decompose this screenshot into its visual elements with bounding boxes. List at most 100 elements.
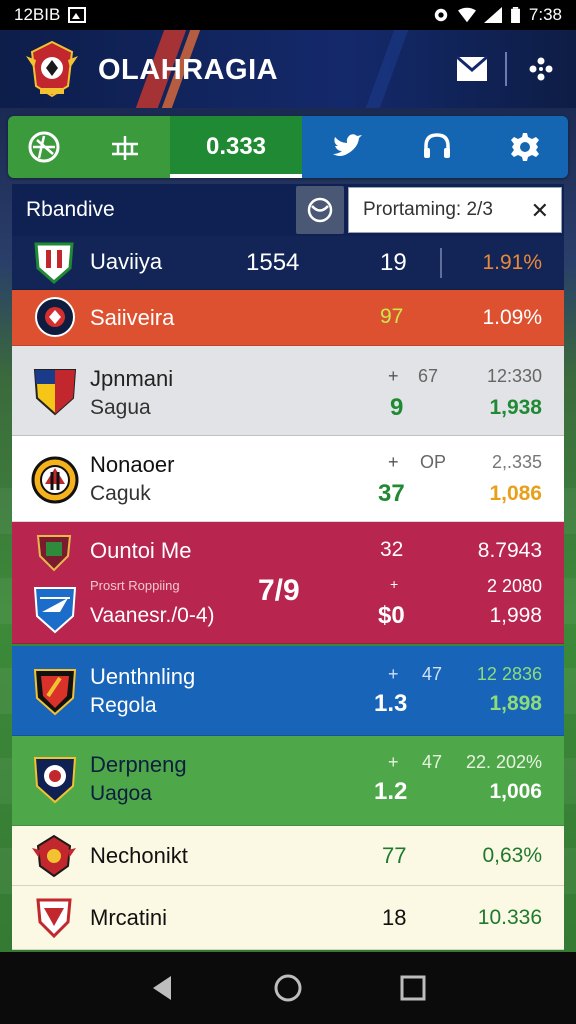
team-percent: 1.91% (482, 251, 542, 274)
back-icon[interactable] (145, 970, 181, 1006)
filter-button[interactable] (296, 186, 344, 234)
team-played: 47 (422, 752, 443, 772)
team-score: 32 (380, 538, 404, 561)
tab-score-label: 0.333 (205, 133, 267, 160)
tab-ball[interactable] (8, 116, 80, 178)
club-crest-icon[interactable] (22, 38, 82, 100)
system-nav-bar (0, 952, 576, 1024)
team-stat: 2,.335 (491, 452, 542, 472)
table-row[interactable]: Saiiveira 97 1.09% (12, 290, 564, 346)
team-crest-icon (36, 898, 72, 939)
pitch-icon (112, 136, 138, 160)
table-row[interactable]: Uenthnling Regola + 47 12 2836 1.3 1,898 (12, 646, 564, 736)
team-crest-icon (36, 535, 72, 572)
team-crest-icon (31, 456, 79, 504)
team-note: Prosrt Roppiing (90, 578, 180, 593)
gear-icon (511, 133, 539, 161)
team-percent: 1,006 (489, 780, 542, 803)
more-icon[interactable] (528, 56, 554, 82)
team-percent: 8.7943 (477, 539, 542, 562)
team-crest-icon (33, 669, 77, 716)
search-input[interactable]: Prortaming: 2/3 ✕ (348, 187, 562, 233)
team-score: 77 (382, 843, 407, 868)
team-percent: 1.09% (482, 306, 542, 329)
team-score: 19 (380, 249, 407, 276)
team-score: $0 (378, 602, 405, 629)
team-league: Caguk (90, 482, 151, 505)
app-title: OLAHRAGIA (98, 54, 279, 86)
team-name: Uaviiya (90, 249, 163, 274)
team-crest-icon (33, 587, 77, 634)
plus-icon: + (390, 576, 399, 592)
headset-icon (424, 133, 450, 158)
table-row[interactable]: Nechonikt 77 0,63% (12, 826, 564, 886)
filter-icon (307, 197, 333, 223)
plus-icon: + (388, 452, 399, 472)
tab-support[interactable] (392, 116, 482, 178)
close-icon[interactable]: ✕ (531, 198, 549, 224)
app-header: OLAHRAGIA (0, 30, 576, 108)
plus-icon: + (388, 366, 399, 386)
team-percent: 1,898 (489, 692, 542, 715)
mail-icon[interactable] (456, 56, 488, 82)
tab-bar: 0.333 (8, 116, 568, 178)
team-name: Uenthnling (90, 664, 196, 689)
team-crest-icon (32, 834, 76, 878)
tab-score[interactable]: 0.333 (170, 116, 302, 178)
team-name: Nonaoer (90, 452, 175, 477)
plus-icon: + (388, 752, 399, 772)
match-fraction: 7/9 (258, 574, 300, 607)
team-crest-icon (35, 297, 75, 337)
status-bar: 12BIB 7:38 (0, 0, 576, 30)
recents-icon[interactable] (395, 970, 431, 1006)
table-row[interactable]: Mrcatini 18 10.336 (12, 886, 564, 950)
team-score: 1.3 (374, 690, 408, 717)
team-name: Saiiveira (90, 305, 175, 330)
status-time: 7:38 (528, 5, 562, 24)
sync-icon (434, 8, 448, 22)
ball-icon (28, 131, 60, 163)
team-league: Sagua (90, 396, 151, 419)
gallery-icon (68, 7, 87, 23)
team-score: 97 (380, 305, 404, 328)
team-percent: 0,63% (482, 844, 542, 867)
status-time-left: 12BIB (14, 5, 61, 24)
search-value: Prortaming: 2/3 (363, 199, 493, 220)
team-percent: 1,938 (489, 396, 542, 419)
table-row[interactable]: Derpneng Uagoa + 47 22. 202% 1.2 1,006 (12, 736, 564, 826)
team-played: 67 (418, 366, 439, 386)
tab-pitch[interactable] (80, 116, 170, 178)
team-points: 1554 (246, 249, 300, 276)
team-crest-icon (33, 369, 77, 416)
tab-settings[interactable] (482, 116, 568, 178)
team-name: Nechonikt (90, 843, 188, 868)
home-icon[interactable] (270, 970, 306, 1006)
team-crest-icon (34, 242, 74, 284)
header-divider (505, 52, 507, 86)
team-score: 37 (378, 480, 405, 507)
table-row[interactable]: Jpnmani Sagua + 67 12:330 9 1,938 (12, 346, 564, 436)
team-league: Regola (90, 694, 157, 717)
table-row[interactable]: Uaviiya 1554 19 1.91% (12, 236, 564, 290)
team-percent: 10.336 (477, 906, 542, 929)
team-percent: 1,086 (489, 482, 542, 505)
team-crest-icon (33, 757, 77, 804)
team-stat: 12:330 (486, 366, 542, 386)
signal-icon (483, 7, 502, 23)
team-name: Ountoi Me (90, 538, 192, 563)
team-score: 9 (390, 394, 404, 421)
team-league: Uagoa (90, 782, 152, 805)
team-stat: 2 2080 (486, 576, 542, 596)
battery-icon (510, 7, 520, 23)
team-score: 1.2 (374, 778, 408, 805)
table-row[interactable]: Nonaoer Caguk + OP 2,.335 37 1,086 (12, 436, 564, 522)
team-score: 18 (382, 905, 407, 930)
team-name: Mrcatini (90, 905, 168, 930)
table-row[interactable]: Ountoi Me Prosrt Roppiing Vaanesr./0-4) … (12, 522, 564, 644)
plus-icon: + (388, 664, 399, 684)
team-played: OP (420, 452, 447, 472)
tab-twitter[interactable] (302, 116, 392, 178)
team-name: Jpnmani (90, 366, 174, 391)
team-stat: 22. 202% (465, 752, 542, 772)
row-divider (440, 248, 442, 278)
